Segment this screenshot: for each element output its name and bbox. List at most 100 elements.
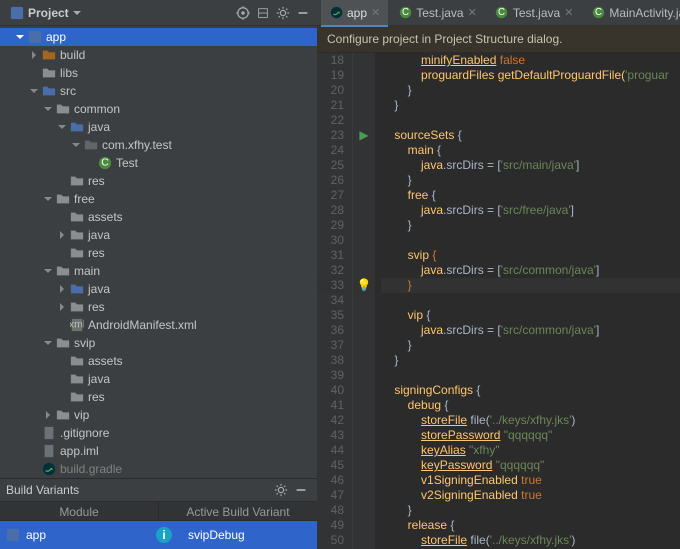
class-icon: C xyxy=(495,6,509,20)
folder-icon xyxy=(69,173,85,189)
tree-item-Test[interactable]: C Test xyxy=(0,154,317,172)
chevron-down-icon xyxy=(42,339,54,347)
project-tree[interactable]: app build libs src common java com.xfhy.… xyxy=(0,26,317,478)
folder-icon xyxy=(55,335,71,351)
chevron-right-icon xyxy=(56,303,68,311)
svg-text:xml: xml xyxy=(70,319,84,331)
tree-item-label: java xyxy=(88,120,110,134)
tree-item-label: libs xyxy=(60,66,78,80)
tree-item-assets[interactable]: assets xyxy=(0,352,317,370)
file-icon xyxy=(41,443,57,459)
tree-item-label: vip xyxy=(74,408,89,422)
tree-item-res[interactable]: res xyxy=(0,298,317,316)
tree-item-build-gradle[interactable]: build.gradle xyxy=(0,460,317,478)
code-area[interactable]: minifyEnabled false proguardFiles getDef… xyxy=(375,53,680,549)
tree-item-app[interactable]: app xyxy=(0,28,317,46)
bv-row[interactable]: app i svipDebug xyxy=(0,521,317,549)
tree-item-label: svip xyxy=(74,336,95,350)
editor-tab[interactable]: C Test.java ✕ xyxy=(487,0,582,26)
chevron-right-icon xyxy=(42,411,54,419)
chevron-right-icon xyxy=(28,51,40,59)
collapse-icon[interactable] xyxy=(253,3,273,23)
file-icon xyxy=(41,425,57,441)
gutter[interactable]: 1819202122232425262728293031323334353637… xyxy=(317,53,353,549)
tree-item-label: java xyxy=(88,372,110,386)
module-icon xyxy=(27,29,43,45)
chevron-down-icon xyxy=(42,195,54,203)
chevron-down-icon xyxy=(14,33,26,41)
gear-icon[interactable] xyxy=(273,3,293,23)
tab-label: Test.java xyxy=(513,6,560,20)
editor-tab[interactable]: C MainActivity.java ✕ xyxy=(583,0,680,26)
tree-item-res[interactable]: res xyxy=(0,388,317,406)
tree-item-label: com.xfhy.test xyxy=(102,138,172,152)
tree-item-common[interactable]: common xyxy=(0,100,317,118)
close-icon[interactable]: ✕ xyxy=(371,6,380,19)
tree-item-res[interactable]: res xyxy=(0,244,317,262)
class-icon: C xyxy=(591,6,605,20)
chevron-down-icon xyxy=(28,87,40,95)
tree-item-label: Test xyxy=(116,156,138,170)
folder-src-icon xyxy=(69,119,85,135)
info-icon[interactable]: i xyxy=(156,527,172,543)
tree-item-label: app.iml xyxy=(60,444,99,458)
editor-tabs: app ✕C Test.java ✕C Test.java ✕C MainAct… xyxy=(317,0,680,26)
bv-module: app xyxy=(26,528,46,542)
tree-item-java[interactable]: java xyxy=(0,118,317,136)
config-banner[interactable]: Configure project in Project Structure d… xyxy=(317,26,680,53)
tree-item-java[interactable]: java xyxy=(0,280,317,298)
editor-tab[interactable]: C Test.java ✕ xyxy=(390,0,485,26)
gutter-marks[interactable]: ▶💡 xyxy=(353,53,375,549)
close-icon[interactable]: ✕ xyxy=(468,6,477,19)
chevron-right-icon xyxy=(56,285,68,293)
tree-item-label: res xyxy=(88,174,105,188)
tree-item-src[interactable]: src xyxy=(0,82,317,100)
module-icon xyxy=(6,528,20,542)
minimize-icon[interactable] xyxy=(293,3,313,23)
tree-item-assets[interactable]: assets xyxy=(0,208,317,226)
tree-item-java[interactable]: java xyxy=(0,226,317,244)
project-icon xyxy=(10,6,24,20)
tree-item-vip[interactable]: vip xyxy=(0,406,317,424)
project-title-dropdown[interactable]: Project xyxy=(4,4,87,22)
tree-item-label: res xyxy=(88,246,105,260)
svg-text:C: C xyxy=(402,7,409,18)
chevron-down-icon xyxy=(42,267,54,275)
tree-item-com-xfhy-test[interactable]: com.xfhy.test xyxy=(0,136,317,154)
tree-item-main[interactable]: main xyxy=(0,262,317,280)
package-icon xyxy=(83,137,99,153)
folder-icon xyxy=(55,191,71,207)
tree-item-free[interactable]: free xyxy=(0,190,317,208)
tab-label: app xyxy=(347,6,367,20)
tree-item-label: build.gradle xyxy=(60,462,122,476)
folder-icon xyxy=(69,353,85,369)
tree-item-libs[interactable]: libs xyxy=(0,64,317,82)
minimize-icon[interactable] xyxy=(291,480,311,500)
class-icon: C xyxy=(398,6,412,20)
folder-icon xyxy=(41,65,57,81)
tree-item-svip[interactable]: svip xyxy=(0,334,317,352)
tree-item-app-iml[interactable]: app.iml xyxy=(0,442,317,460)
build-variants-panel: Build Variants Module Active Build Varia… xyxy=(0,478,317,549)
bv-variant: svipDebug xyxy=(188,528,311,542)
editor[interactable]: 1819202122232425262728293031323334353637… xyxy=(317,53,680,549)
tree-item-label: free xyxy=(74,192,95,206)
folder-icon xyxy=(55,407,71,423)
chevron-down-icon xyxy=(42,105,54,113)
svg-text:C: C xyxy=(595,7,602,18)
tree-item-res[interactable]: res xyxy=(0,172,317,190)
gradle-icon xyxy=(329,6,343,20)
editor-tab[interactable]: app ✕ xyxy=(321,0,388,26)
svg-text:C: C xyxy=(101,157,109,169)
tree-item-AndroidManifest-xml[interactable]: xml AndroidManifest.xml xyxy=(0,316,317,334)
tree-item-java[interactable]: java xyxy=(0,370,317,388)
target-icon[interactable] xyxy=(233,3,253,23)
tree-item-build[interactable]: build xyxy=(0,46,317,64)
project-tool-header: Project xyxy=(0,0,317,26)
tree-item-label: common xyxy=(74,102,120,116)
folder-icon xyxy=(69,389,85,405)
gear-icon[interactable] xyxy=(271,480,291,500)
tree-item--gitignore[interactable]: .gitignore xyxy=(0,424,317,442)
close-icon[interactable]: ✕ xyxy=(564,6,573,19)
build-variants-title: Build Variants xyxy=(6,483,79,497)
